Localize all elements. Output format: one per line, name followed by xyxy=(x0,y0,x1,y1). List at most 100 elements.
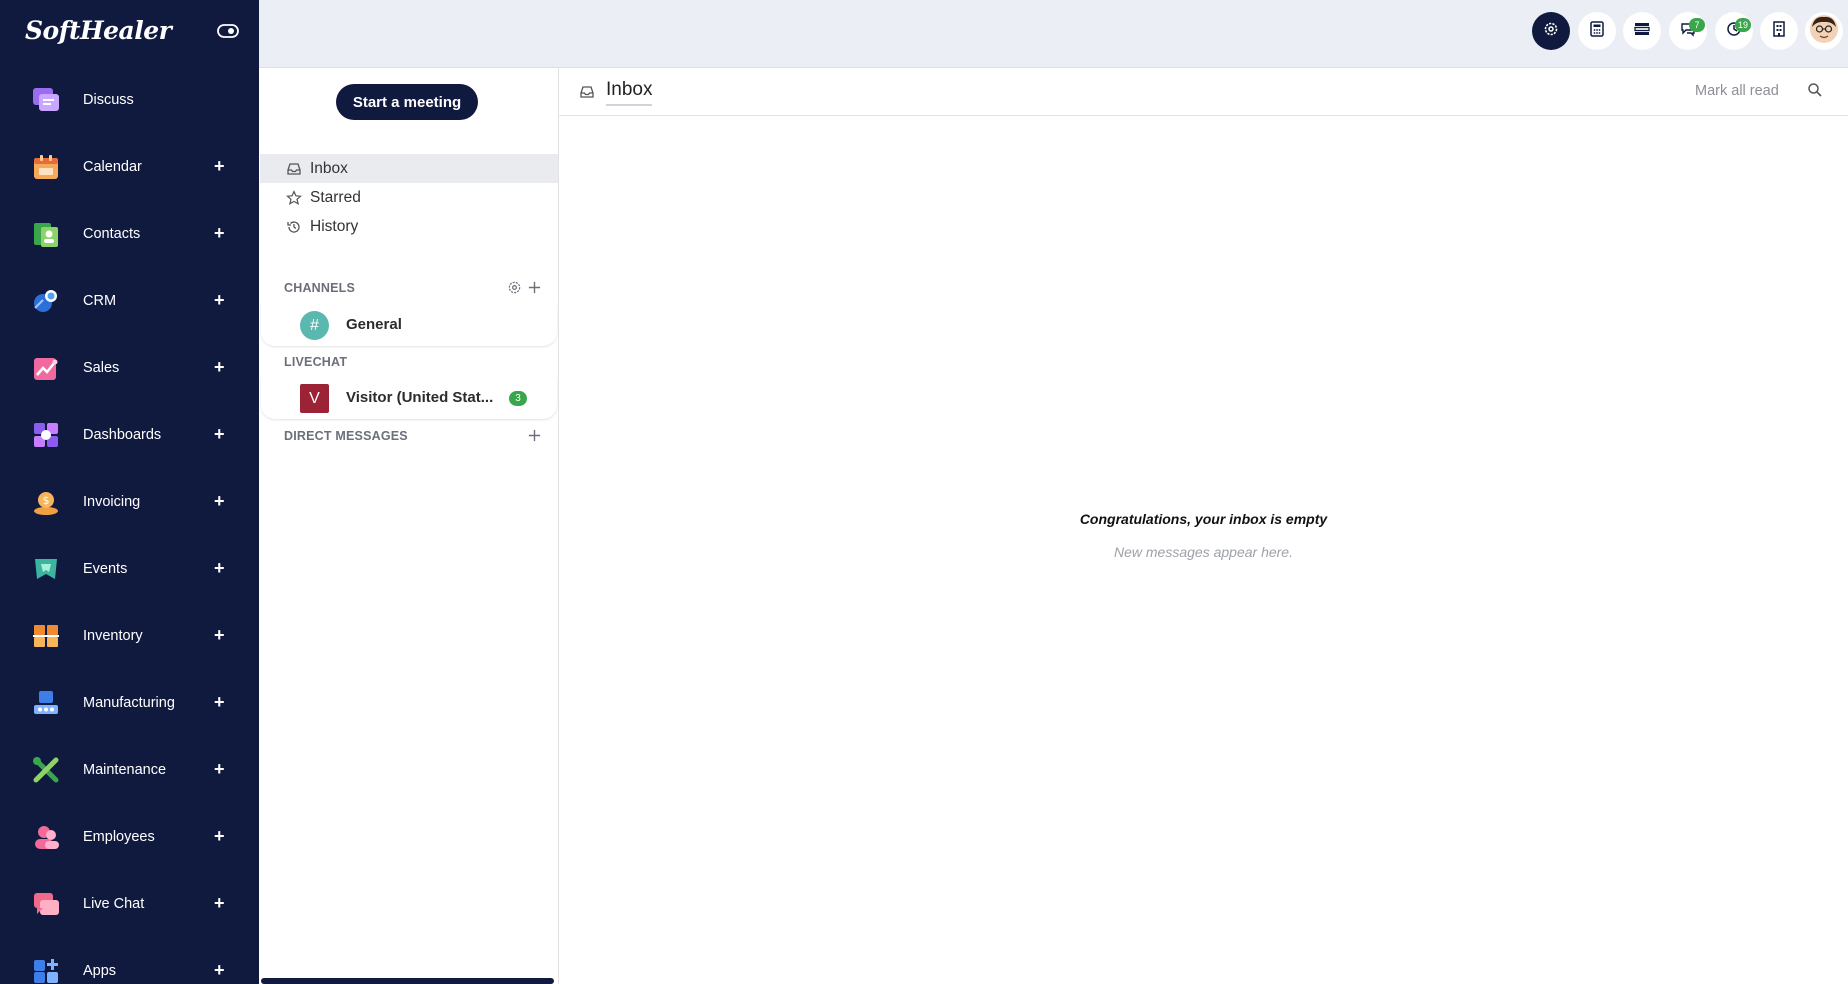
add-apps-button[interactable]: + xyxy=(214,960,225,981)
history-icon xyxy=(286,219,302,235)
app-item-events[interactable]: Events + xyxy=(0,535,259,602)
app-label-livechat: Live Chat xyxy=(83,895,145,912)
livechat-name: Visitor (United Stat... xyxy=(346,389,494,406)
empty-inbox-subtitle: New messages appear here. xyxy=(1114,544,1293,560)
livechat-header[interactable]: LIVECHAT xyxy=(284,355,347,369)
dashboards-icon xyxy=(31,420,61,450)
app-label-calendar: Calendar xyxy=(83,158,142,175)
unread-counter-badge: 3 xyxy=(509,391,527,406)
crm-icon xyxy=(31,286,61,316)
add-events-button[interactable]: + xyxy=(214,558,225,579)
topbar: 7 19 xyxy=(259,0,1848,68)
app-label-contacts: Contacts xyxy=(83,225,141,242)
channel-settings-icon[interactable] xyxy=(507,280,523,296)
start-meeting-button[interactable]: Start a meeting xyxy=(336,84,478,120)
search-icon[interactable] xyxy=(1807,82,1825,100)
direct-messages-header[interactable]: DIRECT MESSAGES xyxy=(284,429,408,443)
activity-button[interactable]: 19 xyxy=(1715,12,1753,50)
settings-icon xyxy=(1543,21,1559,42)
channels-header[interactable]: CHANNELS xyxy=(284,281,355,295)
app-item-manufacturing[interactable]: Manufacturing + xyxy=(0,669,259,736)
mark-all-read-button[interactable]: Mark all read xyxy=(1695,83,1779,99)
calculator-icon xyxy=(1590,20,1604,42)
maintenance-icon xyxy=(31,755,61,785)
app-item-calendar[interactable]: Calendar + xyxy=(0,133,259,200)
add-dashboards-button[interactable]: + xyxy=(214,424,225,445)
app-item-contacts[interactable]: Contacts + xyxy=(0,200,259,267)
employees-icon xyxy=(31,822,61,852)
app-item-dashboards[interactable]: Dashboards + xyxy=(0,401,259,468)
add-livechat-button[interactable]: + xyxy=(214,893,225,914)
layout-button[interactable] xyxy=(1623,12,1661,50)
settings-button[interactable] xyxy=(1532,12,1570,50)
company-icon xyxy=(1773,20,1785,42)
apps-icon xyxy=(31,956,61,984)
channel-item-general[interactable]: # General xyxy=(261,304,557,346)
app-item-invoicing[interactable]: $ Invoicing + xyxy=(0,468,259,535)
sidebar-scrollbar[interactable] xyxy=(261,978,554,984)
visitor-avatar: V xyxy=(300,384,329,413)
inbox-icon xyxy=(579,84,595,100)
contacts-icon xyxy=(31,219,61,249)
calculator-button[interactable] xyxy=(1578,12,1616,50)
events-icon xyxy=(31,554,61,584)
mailbox-inbox[interactable]: Inbox xyxy=(260,154,558,183)
calendar-icon xyxy=(31,152,61,182)
mailbox-label-inbox: Inbox xyxy=(310,159,348,177)
add-crm-button[interactable]: + xyxy=(214,290,225,311)
app-label-maintenance: Maintenance xyxy=(83,761,167,778)
add-inventory-button[interactable]: + xyxy=(214,625,225,646)
livechat-item-visitor[interactable]: V Visitor (United Stat... 3 xyxy=(261,377,557,419)
app-label-manufacturing: Manufacturing xyxy=(83,694,175,711)
app-label-crm: CRM xyxy=(83,292,117,309)
app-label-dashboards: Dashboards xyxy=(83,426,162,443)
app-item-inventory[interactable]: Inventory + xyxy=(0,602,259,669)
add-sales-button[interactable]: + xyxy=(214,357,225,378)
brand-logo[interactable]: SoftHealer xyxy=(25,16,225,50)
messages-badge: 7 xyxy=(1689,18,1705,32)
add-direct-message-icon[interactable] xyxy=(527,428,543,444)
thread-view: Inbox Mark all read Congratulations, you… xyxy=(559,68,1848,984)
mailbox-label-starred: Starred xyxy=(310,188,361,206)
messages-button[interactable]: 7 xyxy=(1669,12,1707,50)
livechat-icon xyxy=(31,889,61,919)
discuss-sidebar: Start a meeting Inbox Starred History CH… xyxy=(259,68,559,984)
discuss-icon xyxy=(31,85,61,115)
add-manufacturing-button[interactable]: + xyxy=(214,692,225,713)
empty-inbox-title: Congratulations, your inbox is empty xyxy=(1079,511,1328,527)
mailbox-label-history: History xyxy=(310,217,359,235)
user-avatar-icon xyxy=(1809,14,1839,49)
add-channel-icon[interactable] xyxy=(527,280,543,296)
channel-hash-icon: # xyxy=(300,311,329,340)
add-maintenance-button[interactable]: + xyxy=(214,759,225,780)
mailbox-starred[interactable]: Starred xyxy=(260,183,558,212)
activity-badge: 19 xyxy=(1735,18,1752,32)
add-contacts-button[interactable]: + xyxy=(214,223,225,244)
mailbox-history[interactable]: History xyxy=(260,212,558,241)
app-item-discuss[interactable]: Discuss xyxy=(0,66,259,133)
svg-text:$: $ xyxy=(43,494,50,507)
company-button[interactable] xyxy=(1760,12,1798,50)
user-avatar-button[interactable] xyxy=(1805,12,1843,50)
app-label-apps: Apps xyxy=(83,962,117,979)
sidebar-toggle-icon[interactable] xyxy=(217,23,239,39)
app-item-livechat[interactable]: Live Chat + xyxy=(0,870,259,937)
app-item-sales[interactable]: Sales + xyxy=(0,334,259,401)
manufacturing-icon xyxy=(31,688,61,718)
star-icon xyxy=(286,189,302,206)
sales-icon xyxy=(31,353,61,383)
add-invoicing-button[interactable]: + xyxy=(214,491,225,512)
brand-name: SoftHealer xyxy=(25,16,172,45)
add-calendar-button[interactable]: + xyxy=(214,156,225,177)
add-employees-button[interactable]: + xyxy=(214,826,225,847)
app-item-employees[interactable]: Employees + xyxy=(0,803,259,870)
thread-title: Inbox xyxy=(606,79,653,106)
app-item-apps[interactable]: Apps + xyxy=(0,937,259,984)
app-item-maintenance[interactable]: Maintenance + xyxy=(0,736,259,803)
app-label-inventory: Inventory xyxy=(83,627,143,644)
app-item-crm[interactable]: CRM + xyxy=(0,267,259,334)
app-label-invoicing: Invoicing xyxy=(83,493,141,510)
app-sidebar: SoftHealer Discuss Calendar + Contacts +… xyxy=(0,0,259,984)
thread-header: Inbox Mark all read xyxy=(559,68,1848,116)
layout-icon xyxy=(1634,22,1650,41)
